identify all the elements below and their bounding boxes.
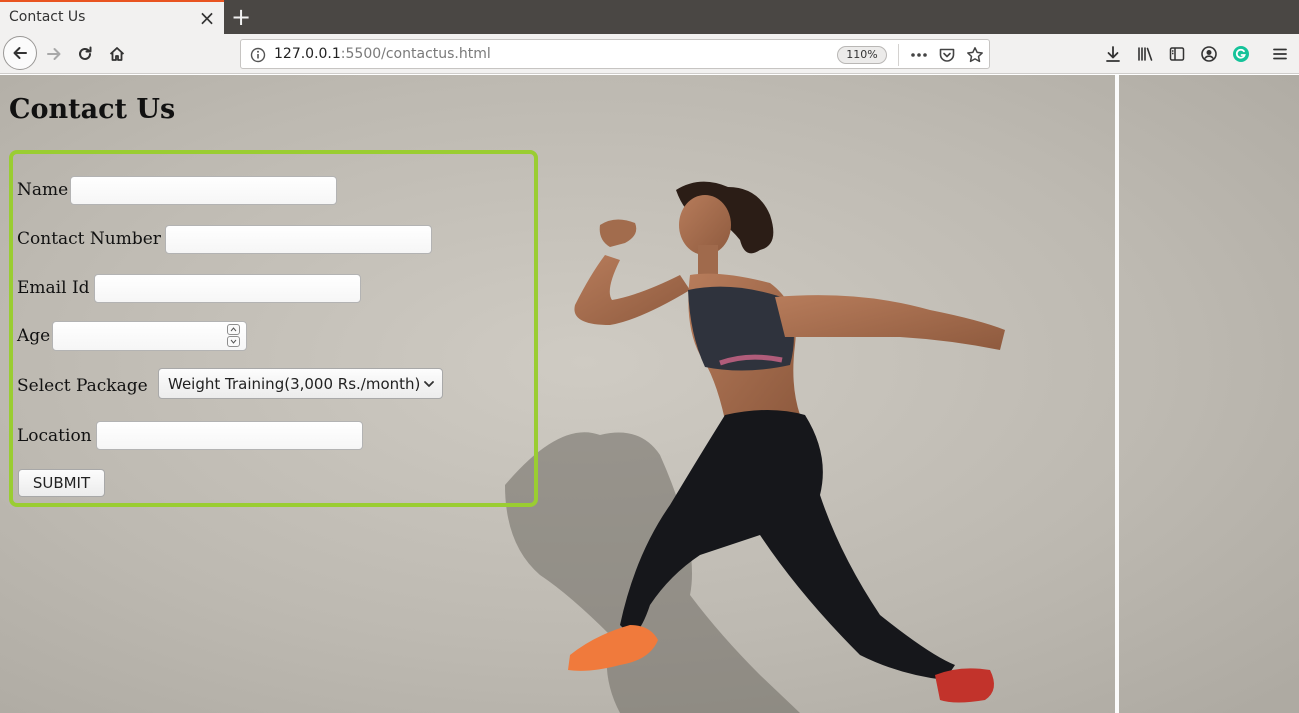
download-icon[interactable] [1097,38,1129,70]
sidebar-icon[interactable] [1161,38,1193,70]
tab-title: Contact Us [9,9,86,25]
library-icon[interactable] [1129,38,1161,70]
url-path: :5500/contactus.html [340,46,491,62]
home-icon[interactable] [101,38,133,70]
page-title: Contact Us [9,94,176,125]
package-label: Select Package [17,376,148,396]
back-arrow-icon[interactable] [3,36,37,70]
submit-button[interactable]: SUBMIT [18,469,105,497]
url-host: 127.0.0.1 [274,46,341,62]
email-label: Email Id [17,278,90,298]
email-field[interactable] [94,274,361,303]
tab-bar: Contact Us × + [0,0,1299,34]
close-icon[interactable]: × [197,6,217,30]
page-viewport: Contact Us Name Contact Number Email Id … [0,75,1299,713]
forward-arrow-icon[interactable] [38,38,70,70]
contact-number-field[interactable] [165,225,432,254]
info-icon[interactable] [249,46,267,64]
age-stepper[interactable] [227,324,240,348]
name-label: Name [17,180,69,200]
increment-icon[interactable] [227,324,240,335]
menu-icon[interactable] [1264,38,1296,70]
url-separator [898,44,899,66]
zoom-level-badge[interactable]: 110% [837,46,887,64]
background-tile-seam [1115,75,1119,713]
new-tab-icon[interactable]: + [228,2,254,32]
account-icon[interactable] [1193,38,1225,70]
chevron-down-icon [424,381,434,387]
reload-icon[interactable] [69,38,101,70]
package-selected-value: Weight Training(3,000 Rs./month) [168,375,421,393]
pocket-icon[interactable] [936,44,958,66]
more-icon[interactable] [908,44,930,66]
age-field[interactable] [52,321,247,351]
navigation-toolbar: 127.0.0.1:5500/contactus.html 110% [0,34,1299,74]
location-label: Location [17,426,92,446]
decrement-icon[interactable] [227,336,240,347]
address-bar[interactable]: 127.0.0.1:5500/contactus.html 110% [240,39,990,69]
name-field[interactable] [70,176,337,205]
contact-form: Name Contact Number Email Id Age Select … [9,150,538,507]
url-text[interactable]: 127.0.0.1:5500/contactus.html [274,46,491,62]
contact-number-label: Contact Number [17,229,161,249]
grammarly-icon[interactable] [1225,38,1257,70]
tab-contact-us[interactable]: Contact Us × [0,0,224,34]
package-select[interactable]: Weight Training(3,000 Rs./month) [158,368,443,399]
star-icon[interactable] [964,44,986,66]
location-field[interactable] [96,421,363,450]
age-label: Age [17,326,51,346]
